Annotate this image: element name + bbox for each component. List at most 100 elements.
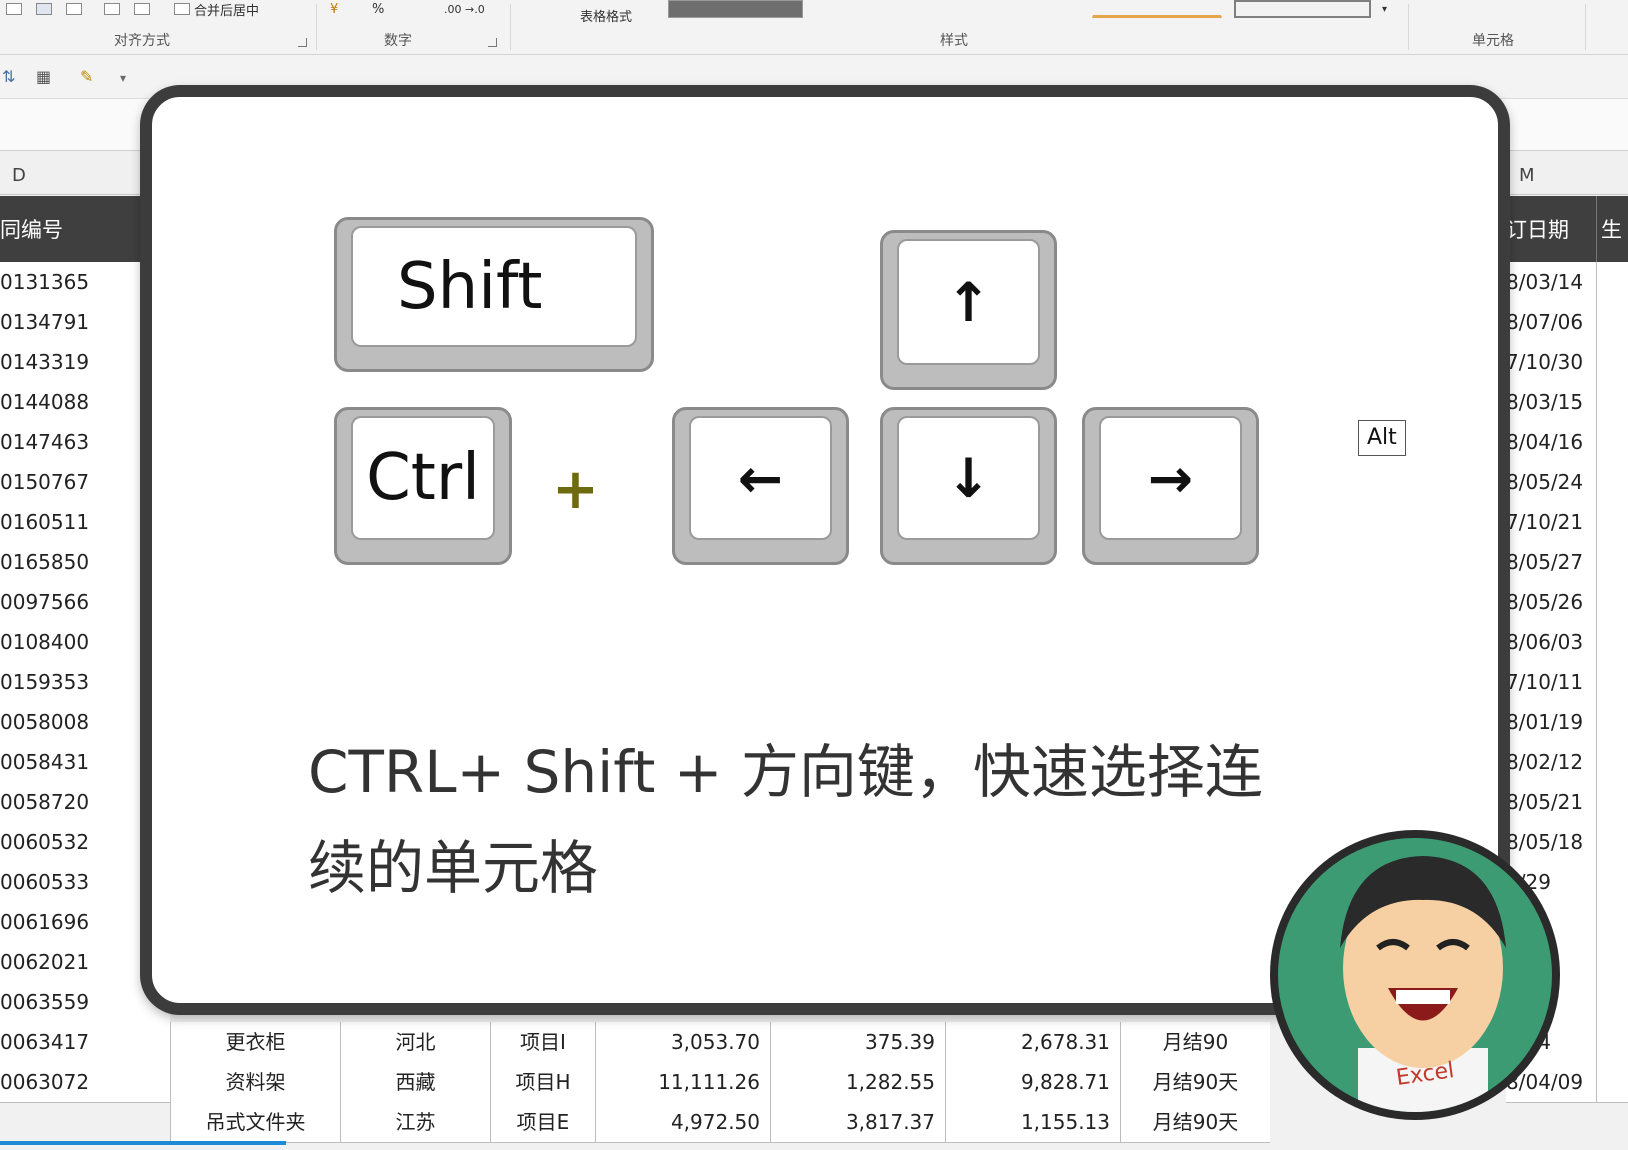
- cell-cost[interactable]: 3,817.37: [770, 1102, 945, 1143]
- cell-next-column[interactable]: [1596, 422, 1628, 463]
- cell-next-column[interactable]: [1596, 462, 1628, 503]
- group-label-styles: 样式: [940, 33, 968, 49]
- decimal-buttons[interactable]: .00 →.0: [444, 0, 485, 18]
- cell-order-date[interactable]: 8/05/18: [1506, 822, 1596, 863]
- cell-order-date[interactable]: 8/05/24: [1506, 462, 1596, 503]
- header-cell-m[interactable]: 订日期: [1506, 196, 1596, 262]
- indent-decrease-icon[interactable]: [104, 0, 120, 18]
- cell-order-date[interactable]: 8/03/15: [1506, 382, 1596, 423]
- cell-next-column[interactable]: [1596, 902, 1628, 943]
- cell-next-column[interactable]: [1596, 822, 1628, 863]
- align-left-icon[interactable]: [6, 0, 22, 18]
- format-icon[interactable]: ▦: [36, 67, 51, 86]
- cell-next-column[interactable]: [1596, 982, 1628, 1023]
- styles-scroll-icon[interactable]: ▾: [1382, 0, 1387, 18]
- merge-center-button[interactable]: 合并后居中: [174, 0, 260, 19]
- cell-contract-number[interactable]: 0063417: [0, 1022, 170, 1063]
- cell-order-date[interactable]: 7/10/21: [1506, 502, 1596, 543]
- cell-next-column[interactable]: [1596, 782, 1628, 823]
- header-cell-n[interactable]: 生: [1596, 196, 1628, 262]
- shortcut-caption: CTRL+ Shift + 方向键，快速选择连 续的单元格: [308, 724, 1348, 916]
- cell-amount[interactable]: 4,972.50: [595, 1102, 770, 1143]
- cell-profit[interactable]: 9,828.71: [945, 1062, 1120, 1103]
- cell-order-date[interactable]: 8/05/21: [1506, 782, 1596, 823]
- presenter-avatar: Excel: [1270, 830, 1560, 1120]
- column-letter-m[interactable]: M: [1506, 151, 1628, 195]
- caption-line-2: 续的单元格: [308, 834, 599, 902]
- indent-increase-icon[interactable]: [134, 0, 150, 18]
- cell-region[interactable]: 河北: [340, 1022, 490, 1063]
- cell-item[interactable]: 更衣柜: [170, 1022, 340, 1063]
- ctrl-key-label: Ctrl: [351, 416, 495, 540]
- style-cell-normal[interactable]: [810, 0, 940, 18]
- cell-next-column[interactable]: [1596, 302, 1628, 343]
- table-format-button[interactable]: 表格格式: [580, 6, 632, 25]
- cell-profit[interactable]: 2,678.31: [945, 1022, 1120, 1063]
- cell-payment-term[interactable]: 月结90天: [1120, 1102, 1270, 1143]
- cell-order-date[interactable]: 8/02/12: [1506, 742, 1596, 783]
- style-cell-bad[interactable]: [948, 0, 1078, 18]
- style-cell-dark[interactable]: [668, 0, 803, 18]
- cell-payment-term[interactable]: 月结90天: [1120, 1062, 1270, 1103]
- cell-next-column[interactable]: [1596, 382, 1628, 423]
- align-right-icon[interactable]: [66, 0, 82, 18]
- cell-next-column[interactable]: [1596, 622, 1628, 663]
- cell-next-column[interactable]: [1596, 582, 1628, 623]
- merge-center-label: 合并后居中: [194, 3, 260, 19]
- cell-order-date[interactable]: 8/07/06: [1506, 302, 1596, 343]
- cell-amount[interactable]: 3,053.70: [595, 1022, 770, 1063]
- cell-order-date[interactable]: 8/03/14: [1506, 262, 1596, 303]
- cell-order-date[interactable]: 7/10/11: [1506, 662, 1596, 703]
- format-painter-icon[interactable]: ✎: [80, 67, 93, 86]
- cell-profit[interactable]: 1,155.13: [945, 1102, 1120, 1143]
- group-separator: [1408, 4, 1409, 50]
- cell-order-date[interactable]: 8/05/26: [1506, 582, 1596, 623]
- cell-order-date[interactable]: 8/04/16: [1506, 422, 1596, 463]
- style-cell-output[interactable]: [1234, 0, 1371, 18]
- cell-item[interactable]: 资料架: [170, 1062, 340, 1103]
- cell-next-column[interactable]: [1596, 702, 1628, 743]
- cell-next-column[interactable]: [1596, 1062, 1628, 1103]
- group-separator: [510, 4, 511, 50]
- cell-payment-term[interactable]: 月结90: [1120, 1022, 1270, 1063]
- number-launcher-icon[interactable]: [488, 38, 497, 47]
- customize-toolbar-icon[interactable]: ▾: [120, 71, 126, 85]
- cell-next-column[interactable]: [1596, 662, 1628, 703]
- alignment-launcher-icon[interactable]: [298, 38, 307, 47]
- cell-next-column[interactable]: [1596, 862, 1628, 903]
- align-center-icon[interactable]: [36, 0, 52, 18]
- cell-order-date[interactable]: 8/05/27: [1506, 542, 1596, 583]
- cell-item[interactable]: 吊式文件夹: [170, 1102, 340, 1143]
- cell-amount[interactable]: 11,111.26: [595, 1062, 770, 1103]
- cell-next-column[interactable]: [1596, 942, 1628, 983]
- cell-order-date[interactable]: 7/10/30: [1506, 342, 1596, 383]
- arrow-up-icon: ↑: [897, 239, 1040, 365]
- cell-cost[interactable]: 375.39: [770, 1022, 945, 1063]
- cell-project[interactable]: 项目I: [490, 1022, 595, 1063]
- cell-region[interactable]: 西藏: [340, 1062, 490, 1103]
- video-progress-bar[interactable]: [0, 1141, 286, 1145]
- style-cell-linked[interactable]: [1092, 0, 1222, 18]
- cell-cost[interactable]: 1,282.55: [770, 1062, 945, 1103]
- sort-icon[interactable]: ⇅: [2, 67, 15, 86]
- cell-region[interactable]: 江苏: [340, 1102, 490, 1143]
- shift-key-label: Shift: [351, 226, 637, 347]
- caption-line-1: CTRL+ Shift + 方向键，快速选择连: [308, 738, 1263, 806]
- cell-project[interactable]: 项目H: [490, 1062, 595, 1103]
- arrow-up-key: ↑: [880, 230, 1057, 390]
- group-separator: [316, 4, 317, 50]
- cell-next-column[interactable]: [1596, 1022, 1628, 1063]
- group-label-cells: 单元格: [1472, 33, 1514, 49]
- cell-next-column[interactable]: [1596, 342, 1628, 383]
- arrow-left-icon: ←: [689, 416, 832, 540]
- cell-next-column[interactable]: [1596, 542, 1628, 583]
- cell-next-column[interactable]: [1596, 262, 1628, 303]
- cell-project[interactable]: 项目E: [490, 1102, 595, 1143]
- cell-contract-number[interactable]: 0063072: [0, 1062, 170, 1103]
- cell-next-column[interactable]: [1596, 502, 1628, 543]
- percent-button[interactable]: %: [372, 0, 384, 18]
- cell-next-column[interactable]: [1596, 742, 1628, 783]
- currency-button[interactable]: ¥: [330, 0, 338, 18]
- cell-order-date[interactable]: 8/01/19: [1506, 702, 1596, 743]
- cell-order-date[interactable]: 8/06/03: [1506, 622, 1596, 663]
